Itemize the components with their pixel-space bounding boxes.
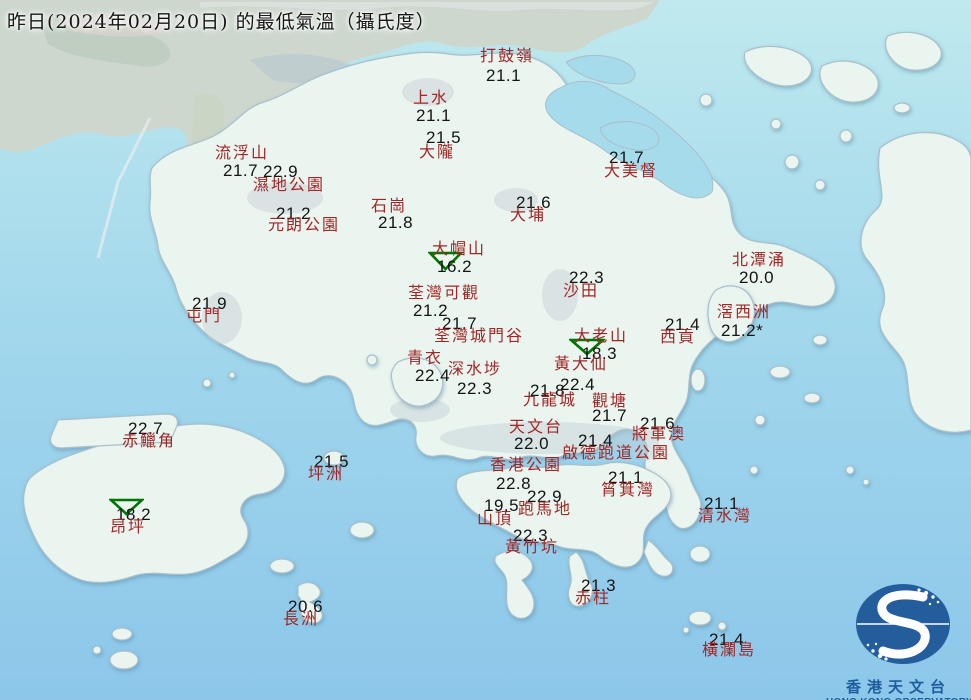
station-name: 沙田 xyxy=(563,281,600,300)
station-name: 荃灣城門谷 xyxy=(434,326,525,345)
station-name: 打鼓嶺 xyxy=(480,46,535,65)
station-name: 荃灣可觀 xyxy=(408,283,481,302)
station-name: 跑馬地 xyxy=(518,499,573,518)
station-value: 22.8 xyxy=(496,474,532,493)
hko-logo: 香港天文台 HONG KONG OBSERVATORY xyxy=(826,578,971,700)
station-name: 黃大仙 xyxy=(554,354,609,373)
station-name: 大隴 xyxy=(419,142,456,161)
station-value: 22.3 xyxy=(457,379,493,398)
station-name: 山頂 xyxy=(477,509,514,528)
station-value: 16.2 xyxy=(437,257,473,276)
station-name: 青衣 xyxy=(407,348,444,367)
station-name: 大帽山 xyxy=(432,239,487,258)
station-value: 21.1 xyxy=(416,106,452,125)
station-name: 九龍城 xyxy=(523,390,578,409)
station-value: 22.4 xyxy=(415,366,451,385)
station-value: 20.0 xyxy=(739,268,775,287)
station-name: 觀塘 xyxy=(592,391,629,410)
station-value: 21.8 xyxy=(378,213,414,232)
station-value: 21.1 xyxy=(486,66,522,85)
station-value: 22.0 xyxy=(514,434,550,453)
station-name: 橫瀾島 xyxy=(702,640,757,659)
station-name: 啟德跑道公園 xyxy=(562,443,671,462)
station-name: 上水 xyxy=(413,88,450,107)
hko-min-temp-map-screen: 昨日(2024年02月20日) 的最低氣溫（攝氏度） 21.1 打鼓嶺 21.1 上水… xyxy=(0,0,971,700)
station-name: 長洲 xyxy=(283,609,320,628)
station-name: 大美督 xyxy=(604,161,659,180)
station-name: 滘西洲 xyxy=(717,302,772,321)
page-title: 昨日(2024年02月20日) 的最低氣溫（攝氏度） xyxy=(7,11,436,33)
station-name: 元朗公園 xyxy=(268,215,341,234)
station-name: 大老山 xyxy=(574,326,629,345)
station-name: 石崗 xyxy=(371,196,408,215)
station-name: 坪洲 xyxy=(308,464,345,483)
station-name: 北潭涌 xyxy=(732,250,787,269)
station-name: 大埔 xyxy=(510,205,547,224)
station-name: 清水灣 xyxy=(698,506,753,525)
station-name: 將軍澳 xyxy=(632,424,687,443)
station-name: 黃竹坑 xyxy=(505,537,560,556)
station-name: 深水埗 xyxy=(448,359,503,378)
station-name: 西貢 xyxy=(660,327,697,346)
station-name: 赤鱲角 xyxy=(122,431,177,450)
hko-logo-mark xyxy=(856,584,950,664)
station-name: 香港公園 xyxy=(490,455,563,474)
hko-logo-name-zh: 香港天文台 xyxy=(845,678,951,696)
station-name: 流浮山 xyxy=(215,143,270,162)
station-name: 屯門 xyxy=(186,306,223,325)
station-name: 筲箕灣 xyxy=(601,480,656,499)
station-name: 天文台 xyxy=(509,417,564,436)
station-name: 昂坪 xyxy=(110,517,147,536)
station-value: 21.2* xyxy=(721,321,764,340)
station-name: 濕地公園 xyxy=(253,175,326,194)
station-name: 赤柱 xyxy=(575,588,612,607)
